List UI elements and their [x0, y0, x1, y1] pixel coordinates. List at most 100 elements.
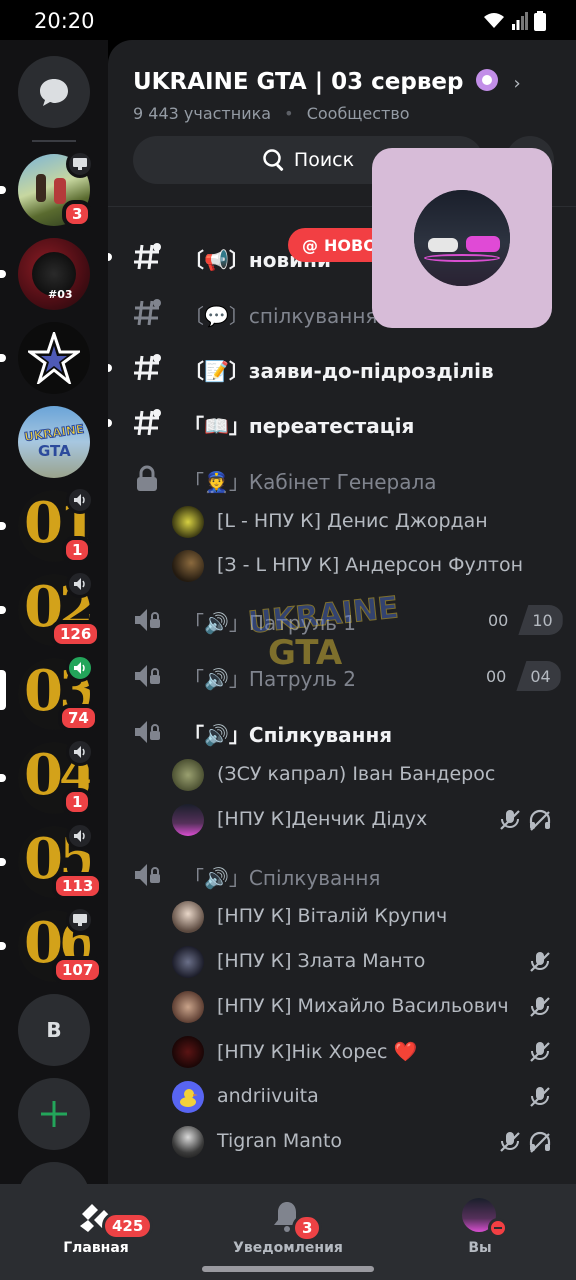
voice-member[interactable]: [НПУ К] Михайло Васильович	[172, 987, 572, 1027]
avatar	[172, 1036, 204, 1068]
direct-messages-button[interactable]	[18, 56, 90, 128]
server-icon-03[interactable]: 03 74	[18, 654, 99, 732]
locked-speaker-icon	[135, 609, 160, 631]
nav-home-label: Главная	[63, 1240, 129, 1256]
avatar	[172, 759, 204, 791]
speaker-icon	[74, 578, 85, 590]
mention-badge: 113	[52, 872, 104, 900]
channel-applications[interactable]: 〔📝〕заяви-до-підрозділів	[108, 343, 576, 393]
server-icon-2[interactable]: #03	[18, 238, 90, 310]
unread-indicator	[0, 774, 6, 782]
member-name: [НПУ К]Денчик Дідух	[217, 808, 428, 830]
community-badge-icon	[476, 69, 499, 91]
server-rail: 3 #03 UKRAINE GTA 01 1 02 126 03 74 04 1…	[0, 40, 108, 1184]
avatar	[172, 991, 204, 1023]
member-name: [НПУ К]Нік Хорес ❤️	[217, 1041, 418, 1063]
battery-icon	[534, 11, 546, 31]
server-tag: #03	[48, 288, 73, 301]
speaker-icon	[74, 746, 85, 758]
logo-text: GTA	[38, 442, 71, 460]
muted-mic-icon	[500, 1132, 520, 1152]
server-icon-04[interactable]: 04 1	[18, 738, 94, 816]
unread-dot	[108, 419, 112, 427]
floating-voice-overlay[interactable]	[372, 148, 552, 328]
server-header[interactable]: UKRAINE GTA | 03 сервер ›	[133, 68, 521, 95]
locked-speaker-icon	[135, 864, 160, 886]
voice-member[interactable]: [L - НПУ К] Денис Джордан	[172, 502, 572, 542]
server-icon-06[interactable]: 06 107	[18, 906, 104, 984]
mention-badge: 74	[58, 704, 99, 732]
server-name: UKRAINE GTA | 03 сервер	[133, 69, 464, 95]
voice-member[interactable]: andriivuita	[172, 1077, 572, 1117]
server-icon-05[interactable]: 05 113	[18, 822, 104, 900]
discover-button[interactable]	[18, 1162, 90, 1184]
unread-indicator	[0, 270, 6, 278]
deafened-icon	[529, 1131, 551, 1153]
server-icon-1[interactable]: 3	[18, 150, 94, 228]
server-icon-02[interactable]: 02 126	[18, 570, 102, 648]
speaker-icon	[74, 662, 85, 674]
mention-badge: 1	[62, 536, 93, 564]
member-name: [НПУ К] Михайло Васильович	[217, 995, 509, 1017]
server-icon-letter[interactable]: B	[18, 994, 90, 1066]
voice-member[interactable]: (ЗСУ капрал) Іван Бандерос	[172, 755, 572, 795]
unread-indicator	[0, 522, 6, 530]
notifications-badge: 3	[292, 1214, 323, 1242]
member-name: (ЗСУ капрал) Іван Бандерос	[217, 763, 496, 785]
unread-indicator	[0, 606, 6, 614]
voice-channel-chat-2[interactable]: 「🔊」Спілкування	[108, 850, 576, 900]
avatar	[172, 804, 204, 836]
voice-connected-badge	[66, 654, 94, 682]
voice-member[interactable]: [НПУ К] Віталій Крупич	[172, 897, 572, 937]
locked-speaker-icon	[135, 721, 160, 743]
user-limit: 10	[518, 605, 563, 635]
voice-member[interactable]: Tigran Manto	[172, 1122, 572, 1162]
unread-indicator	[0, 858, 6, 866]
user-limit-counter: 00 10	[478, 605, 563, 635]
voice-member[interactable]: [НПУ К] Злата Манто	[172, 942, 572, 982]
server-icon-3[interactable]	[18, 322, 90, 394]
users-in-channel: 00	[486, 666, 507, 686]
chat-bubble-icon	[40, 79, 68, 106]
avatar	[172, 550, 204, 582]
home-badge: 425	[102, 1212, 154, 1240]
screen-share-badge	[66, 150, 94, 178]
duck-avatar-icon	[180, 1089, 198, 1107]
unread-indicator	[0, 942, 6, 950]
nav-notifications-label: Уведомления	[233, 1240, 343, 1256]
channel-general-office[interactable]: 「👮」Кабінет Генерала	[108, 454, 576, 504]
avatar	[172, 946, 204, 978]
nav-home[interactable]: 425 Главная	[40, 1184, 154, 1280]
member-name: [НПУ К] Злата Манто	[217, 950, 426, 972]
channel-recertification[interactable]: 「📖」переатестація	[108, 398, 576, 448]
nav-you[interactable]: Вы	[440, 1184, 520, 1280]
mention-badge: 107	[52, 956, 104, 984]
voice-member[interactable]: [З - L НПУ К] Андерсон Фултон	[172, 546, 572, 586]
server-letter: B	[18, 994, 90, 1066]
server-type: Сообщество	[306, 104, 410, 123]
channel-name: 「📖」переатестація	[184, 414, 415, 438]
voice-member[interactable]: [НПУ К]Денчик Дідух	[172, 800, 572, 840]
member-name: [НПУ К] Віталій Крупич	[217, 905, 448, 927]
gesture-home-bar[interactable]	[202, 1266, 374, 1272]
status-icons	[482, 11, 546, 31]
voice-member[interactable]: [НПУ К]Нік Хорес ❤️	[172, 1032, 572, 1072]
screen-share-icon	[73, 914, 87, 926]
at-icon: @	[302, 235, 318, 255]
member-name: [З - L НПУ К] Андерсон Фултон	[217, 554, 523, 576]
channel-name: 〔📝〕заяви-до-підрозділів	[184, 359, 494, 383]
add-server-button[interactable]	[18, 1078, 90, 1150]
screen-share-icon	[73, 158, 87, 170]
server-icon-01[interactable]: 01 1	[18, 486, 94, 564]
rail-divider	[32, 140, 76, 142]
muted-mic-icon	[530, 1087, 550, 1107]
voice-channel-chat-1[interactable]: 「🔊」Спілкування	[108, 707, 576, 757]
server-icon-4[interactable]: UKRAINE GTA	[18, 406, 90, 478]
wifi-icon	[484, 13, 504, 28]
channel-name: 「🔊」Спілкування	[184, 866, 381, 890]
hashtag-icon	[134, 243, 161, 270]
hashtag-icon	[134, 409, 161, 436]
status-bar: 20:20	[0, 0, 576, 40]
unread-indicator	[0, 354, 6, 362]
nav-you-label: Вы	[468, 1240, 492, 1256]
